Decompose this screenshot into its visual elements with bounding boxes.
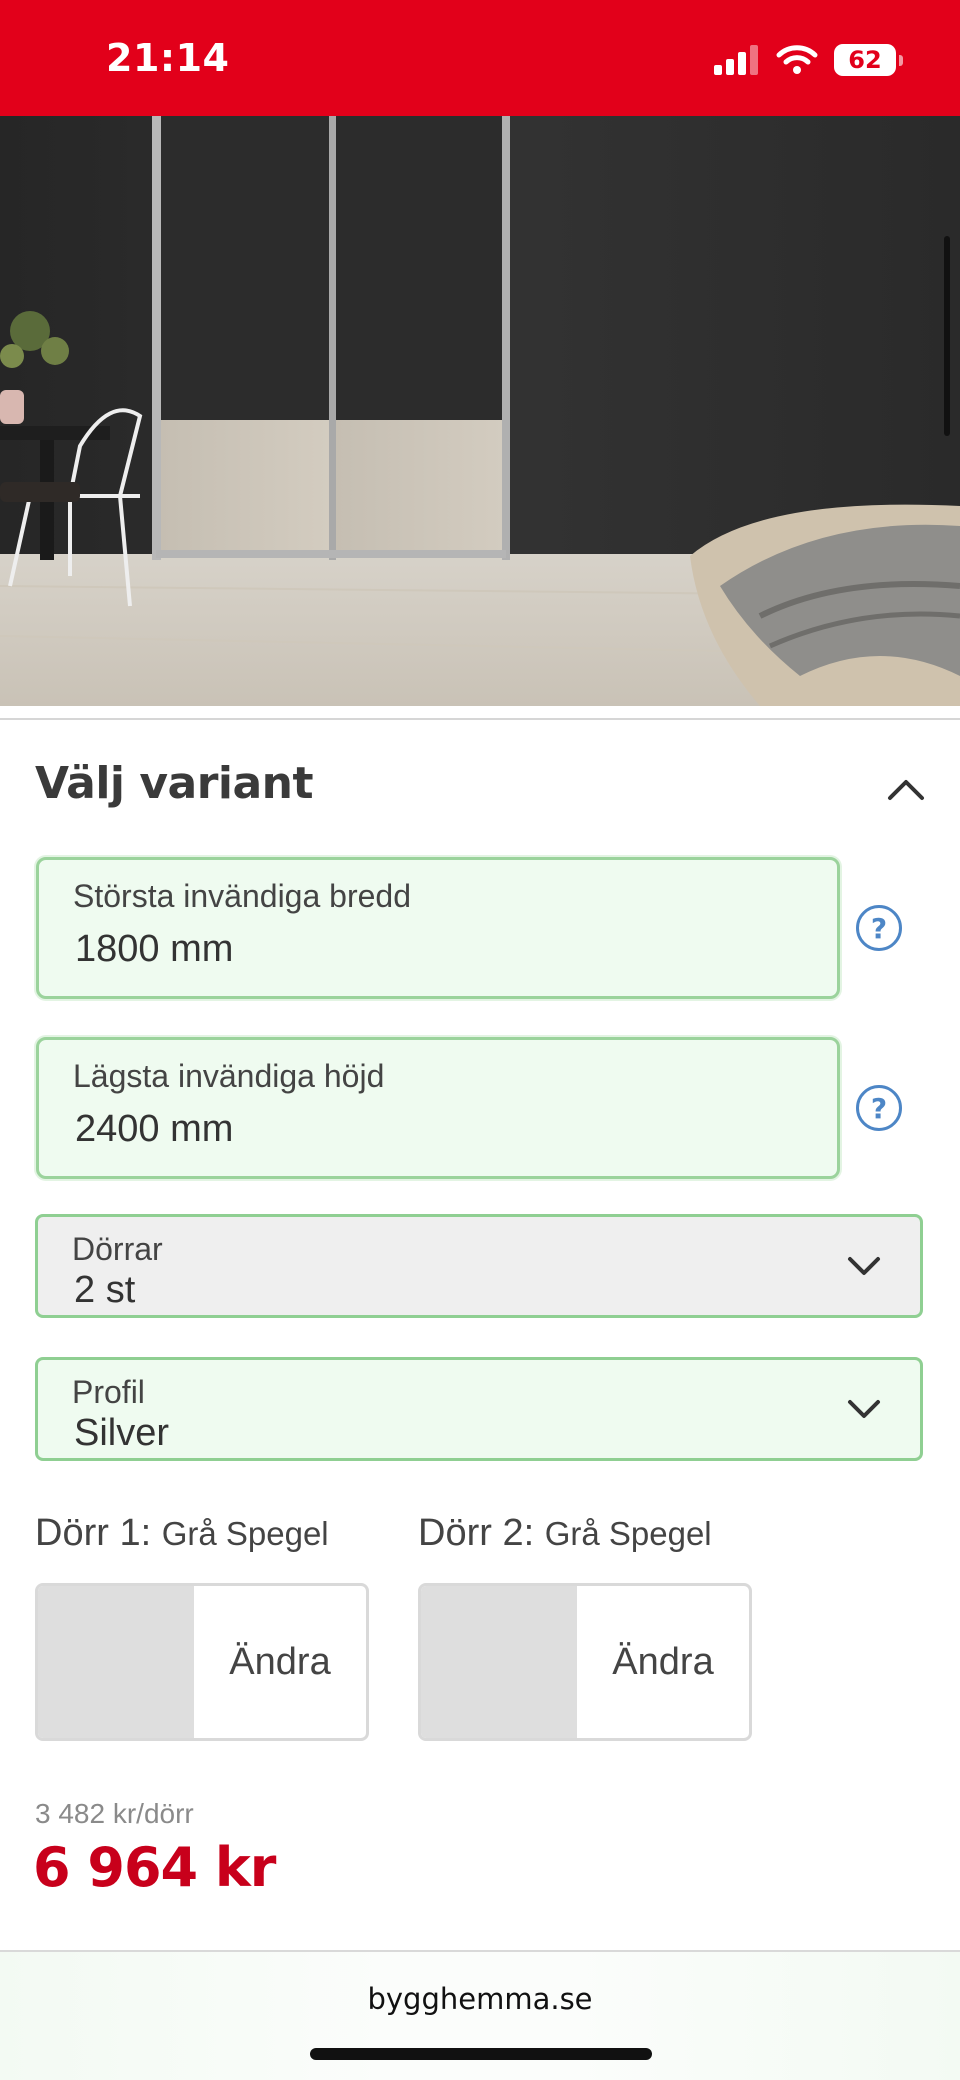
section-divider xyxy=(0,718,960,720)
unit-price: 3 482 kr/dörr xyxy=(35,1798,194,1829)
status-bar: 21:14 62 xyxy=(0,0,960,116)
profile-select-label: Profil xyxy=(72,1374,145,1410)
home-indicator[interactable] xyxy=(310,2048,652,2060)
door-1-change-button[interactable]: Ändra xyxy=(194,1586,366,1738)
width-field-label: Största invändiga bredd xyxy=(73,878,411,914)
door-2-heading: Dörr 2: Grå Spegel xyxy=(418,1512,712,1555)
width-input[interactable] xyxy=(75,924,775,974)
door-1-swatch xyxy=(38,1586,194,1738)
browser-address-bar[interactable]: bygghemma.se xyxy=(0,1950,960,2080)
chevron-down-icon xyxy=(848,1257,880,1275)
help-icon: ? xyxy=(870,911,888,945)
door-1-label: Dörr 1: xyxy=(35,1512,152,1554)
height-field[interactable]: Lägsta invändiga höjd xyxy=(36,1037,840,1179)
doors-select-value: 2 st xyxy=(74,1269,136,1311)
door-1-color: Grå Spegel xyxy=(161,1515,329,1552)
battery-icon: 62 xyxy=(834,44,903,76)
profile-select-value: Silver xyxy=(74,1412,170,1454)
width-help-button[interactable]: ? xyxy=(856,905,902,951)
door-1-heading: Dörr 1: Grå Spegel xyxy=(35,1512,329,1555)
profile-select[interactable]: Profil Silver xyxy=(35,1357,923,1461)
battery-level: 62 xyxy=(848,46,882,74)
product-image xyxy=(0,116,960,706)
height-input[interactable] xyxy=(75,1104,775,1154)
width-field[interactable]: Största invändiga bredd xyxy=(36,857,840,999)
collapse-button[interactable] xyxy=(878,770,934,810)
door-2-color: Grå Spegel xyxy=(544,1515,712,1552)
section-title: Välj variant xyxy=(35,758,314,809)
help-icon: ? xyxy=(870,1091,888,1125)
url-text[interactable]: bygghemma.se xyxy=(0,1982,960,2016)
cellular-signal-icon xyxy=(714,45,758,75)
height-field-label: Lägsta invändiga höjd xyxy=(73,1058,385,1094)
chevron-down-icon xyxy=(848,1400,880,1418)
wifi-icon xyxy=(776,45,818,74)
status-icons: 62 xyxy=(714,44,903,76)
total-price: 6 964 kr xyxy=(33,1836,276,1899)
door-1-card[interactable]: Ändra xyxy=(35,1583,369,1741)
door-2-card[interactable]: Ändra xyxy=(418,1583,752,1741)
doors-select-label: Dörrar xyxy=(72,1231,163,1267)
status-time: 21:14 xyxy=(106,36,230,80)
height-help-button[interactable]: ? xyxy=(856,1085,902,1131)
chevron-up-icon xyxy=(888,780,924,800)
door-2-change-button[interactable]: Ändra xyxy=(577,1586,749,1738)
doors-select[interactable]: Dörrar 2 st xyxy=(35,1214,923,1318)
door-2-swatch xyxy=(421,1586,577,1738)
door-2-label: Dörr 2: xyxy=(418,1512,535,1554)
